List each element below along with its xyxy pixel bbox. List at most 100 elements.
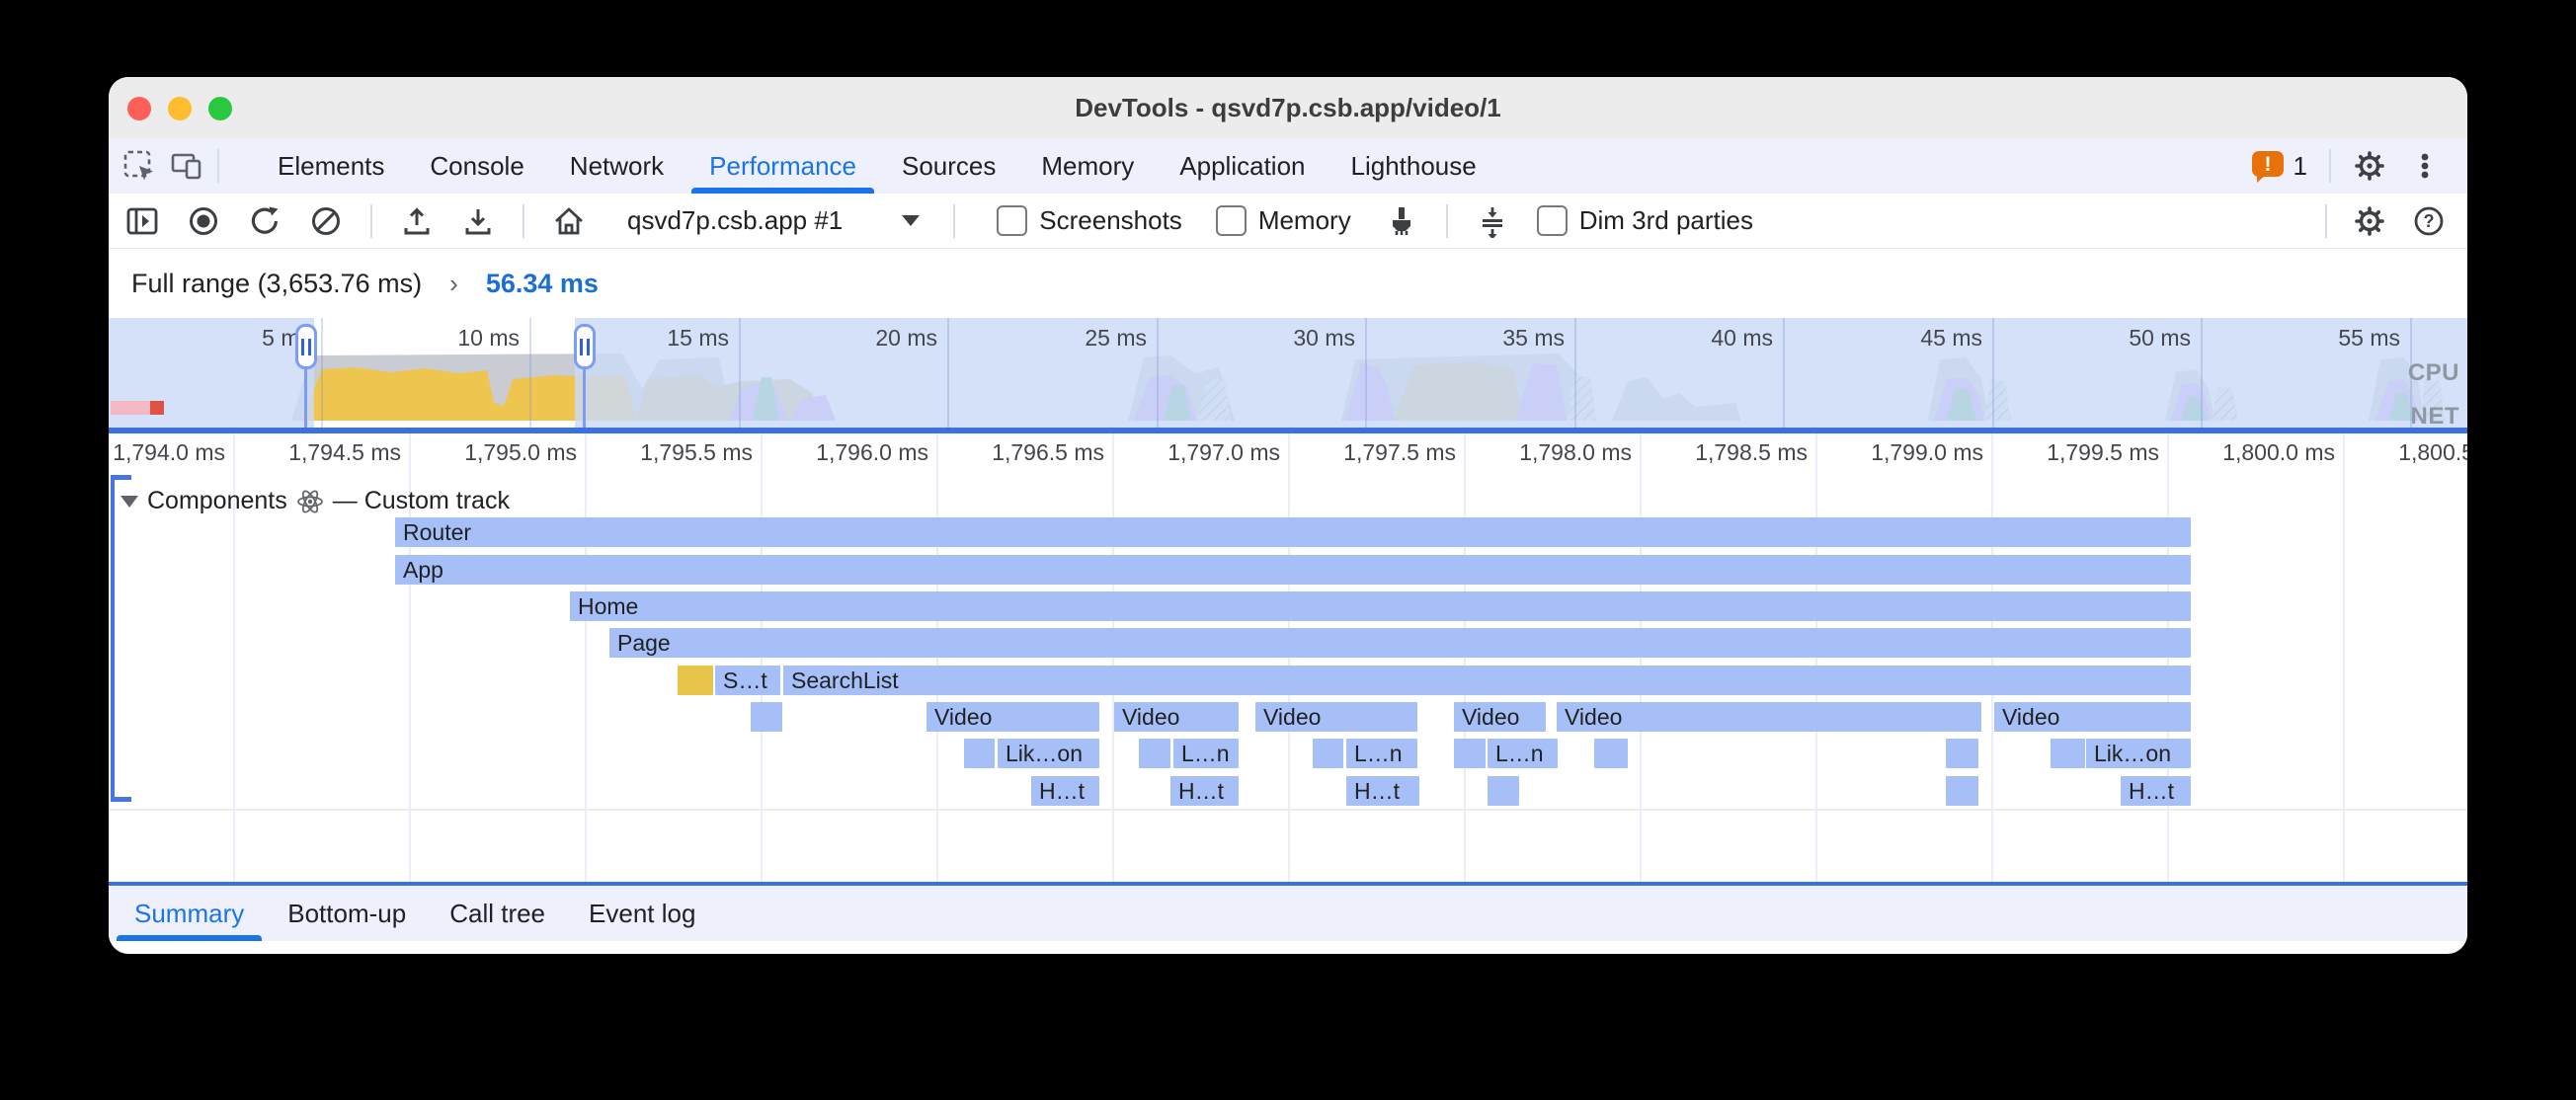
home-icon[interactable] — [552, 204, 586, 238]
overview-tick-label: 50 ms — [2043, 323, 2191, 353]
dim-3rd-parties-checkbox[interactable] — [1537, 205, 1568, 236]
flame-bar-ht[interactable]: H…t — [1170, 776, 1239, 806]
flame-bar-page[interactable]: Page — [609, 628, 2191, 658]
memory-label[interactable]: Memory — [1258, 205, 1351, 236]
overview-tick-label: 15 ms — [581, 323, 729, 353]
tab-application[interactable]: Application — [1160, 138, 1325, 194]
flame-bar[interactable] — [1139, 739, 1170, 768]
inspect-element-icon[interactable] — [122, 149, 156, 183]
ruler-label: 1,794.5 ms — [233, 438, 401, 466]
network-request-bar — [111, 401, 150, 415]
garbage-collect-icon[interactable] — [1385, 204, 1418, 238]
divider — [2325, 204, 2327, 238]
svg-text:?: ? — [2424, 211, 2435, 231]
settings-gear-icon[interactable] — [2353, 149, 2386, 183]
tab-memory[interactable]: Memory — [1021, 138, 1154, 194]
overview-tick-label: 5 ms — [163, 323, 311, 353]
selection-handle-left[interactable] — [295, 324, 317, 369]
flame-bar-video[interactable]: Video — [1255, 702, 1417, 732]
flame-bar-ln[interactable]: L…n — [1488, 739, 1558, 768]
tab-sources[interactable]: Sources — [882, 138, 1015, 194]
timeline-overview[interactable]: 5 ms10 ms15 ms20 ms25 ms30 ms35 ms40 ms4… — [109, 318, 2467, 428]
flame-bar-ln[interactable]: L…n — [1173, 739, 1239, 768]
flame-bar[interactable] — [1488, 776, 1519, 806]
overview-tick-label: 45 ms — [1834, 323, 1982, 353]
overview-tick-label: 35 ms — [1416, 323, 1565, 353]
details-tab-bottom-up[interactable]: Bottom-up — [268, 886, 426, 941]
tab-network[interactable]: Network — [550, 138, 684, 194]
screenshots-checkbox[interactable] — [997, 205, 1027, 236]
flame-bar-searchlist[interactable]: SearchList — [783, 666, 2191, 695]
details-tab-event-log[interactable]: Event log — [569, 886, 715, 941]
details-tab-summary[interactable]: Summary — [115, 886, 264, 941]
chart-gridline — [2343, 433, 2345, 882]
flame-bar-router[interactable]: Router — [395, 517, 2191, 547]
flame-bar-likon[interactable]: Lik…on — [998, 739, 1099, 768]
network-request-bar — [150, 401, 164, 415]
flame-bar[interactable] — [1946, 739, 1978, 768]
flame-bar-video[interactable]: Video — [1557, 702, 1981, 732]
record-icon[interactable] — [187, 204, 220, 238]
flame-bar-ln[interactable]: L…n — [1346, 739, 1417, 768]
tab-elements[interactable]: Elements — [258, 138, 404, 194]
range-breadcrumb: Full range (3,653.76 ms) › 56.34 ms — [109, 249, 2467, 318]
tab-console[interactable]: Console — [410, 138, 543, 194]
ruler-label: 1,796.5 ms — [936, 438, 1104, 466]
selection-handle-right[interactable] — [574, 324, 596, 369]
help-icon[interactable]: ? — [2412, 204, 2446, 238]
divider — [1446, 204, 1448, 238]
flame-bar-video[interactable]: Video — [1114, 702, 1239, 732]
target-selector[interactable]: qsvd7p.csb.app #1 — [627, 205, 843, 236]
download-profile-icon[interactable] — [461, 204, 495, 238]
chart-gridline — [1640, 433, 1642, 882]
full-range-crumb[interactable]: Full range (3,653.76 ms) — [131, 269, 422, 299]
tab-lighthouse[interactable]: Lighthouse — [1331, 138, 1496, 194]
flame-bar[interactable] — [1594, 739, 1628, 768]
device-toolbar-icon[interactable] — [170, 149, 203, 183]
flame-bar-ht[interactable]: H…t — [1031, 776, 1099, 806]
flame-bar[interactable] — [751, 702, 782, 732]
flame-bar-video[interactable]: Video — [1994, 702, 2191, 732]
dim-3rd-parties-label[interactable]: Dim 3rd parties — [1579, 205, 1753, 236]
flame-bar-ht[interactable]: H…t — [1346, 776, 1419, 806]
flame-bar-st[interactable]: S…t — [715, 666, 780, 695]
flame-bar-app[interactable]: App — [395, 555, 2191, 585]
selected-range-crumb[interactable]: 56.34 ms — [486, 269, 599, 299]
track-focus-bracket — [111, 475, 131, 480]
overview-tick-label: 55 ms — [2252, 323, 2400, 353]
flame-bar[interactable] — [2051, 739, 2085, 768]
flame-bar[interactable] — [1313, 739, 1343, 768]
flame-bar-likon[interactable]: Lik…on — [2086, 739, 2191, 768]
flame-bar[interactable] — [678, 666, 713, 695]
flame-bar-video[interactable]: Video — [926, 702, 1099, 732]
flame-bar-home[interactable]: Home — [570, 591, 2191, 621]
chevron-down-icon[interactable] — [902, 215, 920, 226]
divider — [2329, 149, 2331, 183]
clear-icon[interactable] — [309, 204, 343, 238]
flame-chart-area[interactable]: 1,794.0 ms1,794.5 ms1,795.0 ms1,795.5 ms… — [109, 433, 2467, 882]
kebab-menu-icon[interactable] — [2408, 149, 2442, 183]
track-header[interactable]: Components — Custom track — [121, 487, 510, 515]
issues-count: 1 — [2294, 151, 2307, 182]
ruler-label: 1,796.0 ms — [761, 438, 928, 466]
divider — [523, 204, 524, 238]
toggle-sidebar-icon[interactable] — [125, 204, 159, 238]
flame-bar-ht[interactable]: H…t — [2121, 776, 2191, 806]
flame-bar[interactable] — [1946, 776, 1978, 806]
performance-toolbar: qsvd7p.csb.app #1 Screenshots Memory Dim… — [109, 194, 2467, 249]
cpu-label: CPU — [2408, 359, 2459, 387]
capture-settings-gear-icon[interactable] — [2353, 204, 2386, 238]
screenshots-label[interactable]: Screenshots — [1039, 205, 1182, 236]
flame-bar[interactable] — [1454, 739, 1486, 768]
reload-record-icon[interactable] — [248, 204, 282, 238]
memory-checkbox[interactable] — [1216, 205, 1247, 236]
collapse-sanitize-icon[interactable] — [1476, 204, 1509, 238]
issues-button[interactable]: ! 1 — [2250, 148, 2307, 184]
flame-bar-video[interactable]: Video — [1454, 702, 1546, 732]
collapse-triangle-icon[interactable] — [121, 496, 138, 508]
details-tab-call-tree[interactable]: Call tree — [430, 886, 565, 941]
tab-performance[interactable]: Performance — [689, 138, 876, 194]
flame-bar[interactable] — [964, 739, 995, 768]
upload-profile-icon[interactable] — [400, 204, 434, 238]
ruler-label: 1,794.0 ms — [109, 438, 225, 466]
